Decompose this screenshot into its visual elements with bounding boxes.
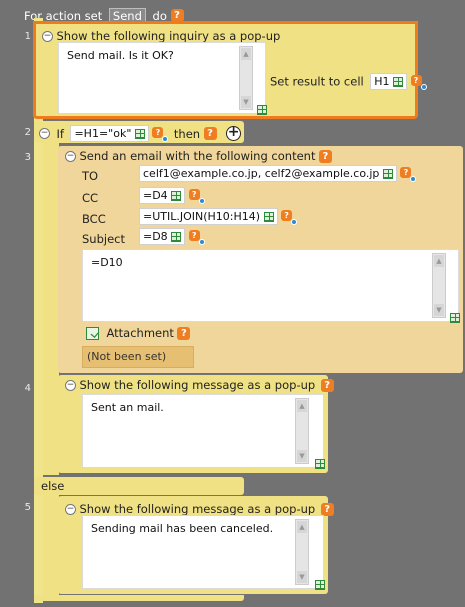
if-label: If <box>56 126 64 141</box>
to-value: celf1@example.co.jp, celf2@example.co.jp <box>143 167 380 180</box>
expand-icon[interactable] <box>257 105 267 115</box>
scroll-down-icon[interactable]: ▼ <box>241 96 251 108</box>
scroll-up-icon[interactable]: ▲ <box>297 400 307 412</box>
attachment-icon[interactable] <box>86 326 99 340</box>
step-message-popup-sent[interactable]: − Show the following message as a pop-up… <box>58 375 334 473</box>
help-icon[interactable]: ? <box>318 149 332 163</box>
result-label: Set result to cell <box>270 74 364 89</box>
cell-select-icon[interactable] <box>382 169 393 179</box>
collapse-icon[interactable]: − <box>65 150 76 162</box>
result-cell-input[interactable]: H1 <box>370 73 407 90</box>
subject-label: Subject <box>82 232 125 246</box>
help-icon[interactable]: ? <box>203 127 217 140</box>
step-inquiry-popup[interactable]: − Show the following inquiry as a pop-up… <box>33 21 427 119</box>
scroll-up-icon[interactable]: ▲ <box>241 48 251 60</box>
help-icon[interactable]: ? <box>320 502 334 516</box>
subject-input[interactable]: =D8 <box>139 228 186 245</box>
scrollbar[interactable]: ▲ ▼ <box>239 46 253 110</box>
line-number: 5 <box>24 502 31 513</box>
formula-help-icon[interactable]: ? <box>188 188 205 204</box>
collapse-icon[interactable]: − <box>39 128 50 139</box>
if-end <box>34 595 244 601</box>
cc-value: =D4 <box>143 189 168 202</box>
scroll-up-icon[interactable]: ▲ <box>434 255 444 267</box>
message-input[interactable]: Sent an mail. ▲ ▼ <box>82 394 325 469</box>
then-label: then <box>173 126 201 141</box>
collapse-icon[interactable]: − <box>42 30 53 42</box>
else-body-connector <box>43 494 59 598</box>
formula-help-icon[interactable]: ? <box>188 229 205 245</box>
step-title: Show the following message as a pop-up <box>79 502 316 516</box>
cc-input[interactable]: =D4 <box>139 187 186 204</box>
formula-help-icon[interactable]: ? <box>410 74 427 90</box>
condition-value: =H1="ok" <box>74 127 132 140</box>
scroll-up-icon[interactable]: ▲ <box>297 521 307 533</box>
bcc-value: =UTIL.JOIN(H10:H14) <box>143 210 261 223</box>
message-text: Sent an mail. <box>91 401 164 414</box>
cc-label: CC <box>82 191 99 205</box>
scroll-down-icon[interactable]: ▼ <box>434 304 444 316</box>
inquiry-message-input[interactable]: Send mail. Is it OK? ▲ ▼ <box>58 42 267 115</box>
cell-select-icon[interactable] <box>393 77 403 87</box>
step-title: Show the following inquiry as a pop-up <box>56 29 281 43</box>
line-number: 4 <box>24 383 31 394</box>
result-cell-value: H1 <box>374 75 390 88</box>
collapse-icon[interactable]: − <box>65 503 76 515</box>
subject-value: =D8 <box>143 230 168 243</box>
step-title: Send an email with the following content <box>79 149 316 163</box>
else-label: else <box>41 479 65 493</box>
to-input[interactable]: celf1@example.co.jp, celf2@example.co.jp <box>139 165 397 182</box>
cell-select-icon[interactable] <box>263 212 274 222</box>
add-icon[interactable]: + <box>226 125 242 141</box>
action-editor: For action set Send do ? 1 2 3 4 5 − Sho… <box>0 0 465 607</box>
cell-select-icon[interactable] <box>134 129 145 139</box>
else-row: else <box>34 477 244 495</box>
message-text: Sending mail has been canceled. <box>91 522 274 535</box>
step-message-popup-canceled[interactable]: − Show the following message as a pop-up… <box>58 496 334 594</box>
bcc-label: BCC <box>82 212 106 226</box>
attachment-label[interactable]: Attachment <box>107 326 174 340</box>
line-number: 1 <box>24 31 31 42</box>
step-send-email[interactable]: − Send an email with the following conte… <box>58 146 463 373</box>
condition-input[interactable]: =H1="ok" <box>70 125 149 142</box>
scrollbar[interactable]: ▲ ▼ <box>295 519 309 585</box>
cell-select-icon[interactable] <box>171 191 182 201</box>
expand-icon[interactable] <box>450 313 460 323</box>
attachment-status[interactable]: (Not been set) <box>82 346 194 368</box>
line-number: 3 <box>24 152 31 163</box>
cell-select-icon[interactable] <box>171 232 182 242</box>
bcc-input[interactable]: =UTIL.JOIN(H10:H14) <box>139 208 278 225</box>
email-body-text: =D10 <box>91 256 123 269</box>
scroll-down-icon[interactable]: ▼ <box>297 450 307 462</box>
scroll-down-icon[interactable]: ▼ <box>297 571 307 583</box>
formula-help-icon[interactable]: ? <box>400 166 417 182</box>
help-icon[interactable]: ? <box>320 378 334 392</box>
help-icon[interactable]: ? <box>177 326 191 340</box>
inquiry-message-text: Send mail. Is it OK? <box>67 49 174 62</box>
scrollbar[interactable]: ▲ ▼ <box>295 398 309 464</box>
formula-help-icon[interactable]: ? <box>152 126 169 142</box>
formula-help-icon[interactable]: ? <box>281 209 298 225</box>
collapse-icon[interactable]: − <box>65 379 76 391</box>
email-body-input[interactable]: =D10 ▲ ▼ <box>82 249 460 323</box>
line-number: 2 <box>24 127 31 138</box>
scrollbar[interactable]: ▲ ▼ <box>432 253 446 318</box>
expand-icon[interactable] <box>315 580 325 590</box>
message-input[interactable]: Sending mail has been canceled. ▲ ▼ <box>82 515 325 590</box>
to-label: TO <box>82 169 99 183</box>
expand-icon[interactable] <box>315 459 325 469</box>
if-body-connector <box>43 143 59 475</box>
step-title: Show the following message as a pop-up <box>79 378 316 392</box>
step-if[interactable]: − If =H1="ok" ? then ? + <box>34 121 244 143</box>
